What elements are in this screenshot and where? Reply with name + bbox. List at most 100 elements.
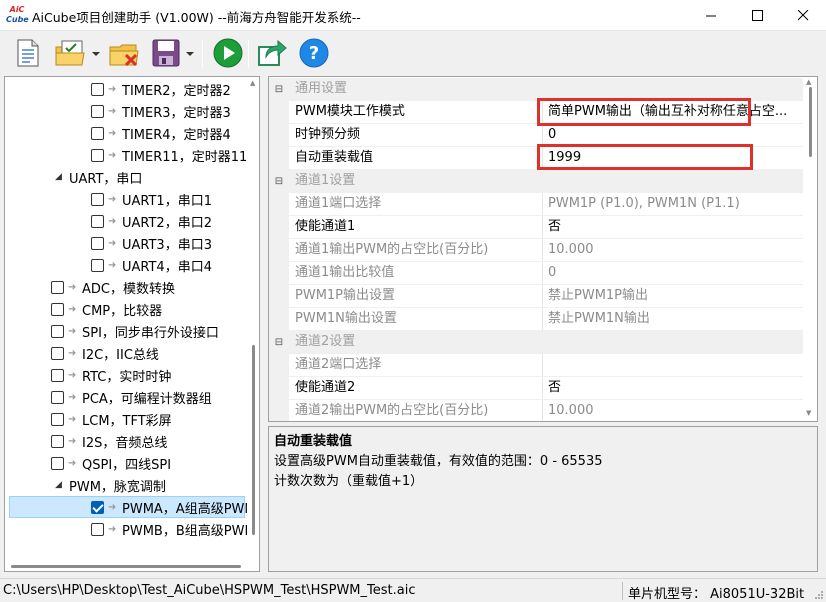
- property-value[interactable]: 否: [543, 216, 803, 238]
- tree-item[interactable]: ➜ I2C，IIC总线: [51, 342, 159, 364]
- tree-item-checkbox[interactable]: [91, 126, 104, 140]
- tree-item[interactable]: ➜ TIMER4，定时器4: [91, 122, 231, 144]
- tree-item[interactable]: ➜ UART2，串口2: [91, 210, 212, 232]
- tree-item[interactable]: ◢ PWM，脉宽调制: [55, 474, 166, 496]
- tree-item[interactable]: ➜ UART1，串口1: [91, 188, 212, 210]
- tree-item[interactable]: ➜ ADC，模数转换: [51, 276, 175, 298]
- tree-item-checkbox[interactable]: [91, 192, 104, 206]
- property-row[interactable]: PWM1N输出设置 禁止PWM1N输出: [269, 308, 803, 331]
- property-value[interactable]: 禁止PWM1N输出: [543, 308, 803, 330]
- tree-item[interactable]: ➜ I2S，音频总线: [51, 430, 167, 452]
- property-vertical-scrollbar[interactable]: ▲ ▼: [803, 77, 817, 421]
- close-project-button[interactable]: [108, 37, 140, 69]
- tree-item-checkbox[interactable]: [91, 214, 104, 228]
- property-row[interactable]: PWM模块工作模式 简单PWM输出（输出互补对称任意占空...: [269, 101, 803, 124]
- tree-scroll-thumb[interactable]: [252, 345, 255, 535]
- tree-item[interactable]: ➜ LCM，TFT彩屏: [51, 408, 172, 430]
- tree-item-checkbox[interactable]: [51, 412, 64, 426]
- run-icon: [213, 38, 243, 68]
- property-value[interactable]: 0: [543, 262, 803, 284]
- tree-item-checkbox[interactable]: [51, 390, 64, 404]
- expand-arrow-icon[interactable]: ◢: [55, 172, 69, 182]
- tree-item[interactable]: ➜ TIMER2，定时器2: [91, 78, 231, 100]
- help-button[interactable]: ?: [298, 37, 330, 69]
- property-row[interactable]: 通道1输出PWM的占空比(百分比) 10.000: [269, 239, 803, 262]
- property-category[interactable]: ⊟ 通道1设置: [269, 170, 803, 193]
- run-button[interactable]: [212, 37, 244, 69]
- property-category[interactable]: ⊟ 通道2设置: [269, 331, 803, 354]
- property-row[interactable]: PWM1P输出设置 禁止PWM1P输出: [269, 285, 803, 308]
- tree-item-checkbox[interactable]: [91, 148, 104, 162]
- property-row[interactable]: 自动重装载值 1999: [269, 147, 803, 170]
- tree-item-checkbox[interactable]: [51, 346, 64, 360]
- property-grid[interactable]: ⊟ 通用设置 PWM模块工作模式 简单PWM输出（输出互补对称任意占空... 时钟预分频…: [268, 76, 818, 422]
- tree-item[interactable]: ➜ TIMER11，定时器11: [91, 144, 247, 166]
- chevron-down-icon[interactable]: [186, 50, 194, 58]
- scroll-down-icon[interactable]: ▼: [806, 409, 811, 417]
- property-value[interactable]: 0: [543, 124, 803, 146]
- tree-item-label: TIMER11，定时器11: [122, 149, 248, 165]
- tree-item[interactable]: ➜ RTC，实时时钟: [51, 364, 171, 386]
- property-scroll-thumb[interactable]: [809, 87, 812, 157]
- tree-horizontal-scrollbar[interactable]: [5, 559, 245, 571]
- peripheral-tree[interactable]: ➜ TIMER2，定时器2 ➜ TIMER3，定时器3 ➜ TIMER4，定时器4 ➜ TIM…: [4, 76, 260, 572]
- tree-item-checkbox[interactable]: [91, 500, 104, 514]
- toolbar: ?: [0, 32, 826, 74]
- property-row[interactable]: 使能通道2 否: [269, 377, 803, 400]
- property-value[interactable]: PWM1P (P1.0), PWM1N (P1.1): [543, 193, 803, 215]
- property-row[interactable]: 通道2输出PWM的占空比(百分比) 10.000: [269, 400, 803, 421]
- scroll-up-icon[interactable]: ▲: [250, 79, 255, 87]
- new-file-button[interactable]: [12, 37, 44, 69]
- close-window-button[interactable]: [780, 0, 826, 31]
- tree-item[interactable]: ➜ CMP，比较器: [51, 298, 162, 320]
- tree-item-checkbox[interactable]: [91, 258, 104, 272]
- tree-item[interactable]: ➜ UART3，串口3: [91, 232, 212, 254]
- maximize-button[interactable]: [734, 0, 780, 31]
- tree-item-checkbox[interactable]: [91, 104, 104, 118]
- property-value[interactable]: 否: [543, 377, 803, 399]
- tree-item-checkbox[interactable]: [51, 368, 64, 382]
- tree-item-checkbox[interactable]: [51, 434, 64, 448]
- scroll-up-icon[interactable]: ▲: [806, 78, 811, 86]
- tree-item-checkbox[interactable]: [51, 324, 64, 338]
- export-button[interactable]: [256, 37, 288, 69]
- tree-item[interactable]: ◢ UART，串口: [55, 166, 142, 188]
- property-row[interactable]: 通道1端口选择 PWM1P (P1.0), PWM1N (P1.1): [269, 193, 803, 216]
- property-row[interactable]: 使能通道1 否: [269, 216, 803, 239]
- tree-item-checkbox[interactable]: [51, 302, 64, 316]
- property-value[interactable]: 10.000: [543, 400, 803, 421]
- property-row[interactable]: 时钟预分频 0: [269, 124, 803, 147]
- expand-arrow-icon[interactable]: ◢: [55, 480, 69, 490]
- tree-item[interactable]: ➜ UART4，串口4: [91, 254, 212, 276]
- property-name: 使能通道1: [289, 216, 543, 238]
- collapse-icon[interactable]: ⊟: [269, 331, 289, 353]
- tree-item[interactable]: ➜ TIMER3，定时器3: [91, 100, 231, 122]
- minimize-button[interactable]: [688, 0, 734, 31]
- property-value[interactable]: 10.000: [543, 239, 803, 261]
- property-category[interactable]: ⊟ 通用设置: [269, 78, 803, 101]
- tree-hscroll-thumb[interactable]: [11, 565, 241, 568]
- property-value[interactable]: 1999: [543, 147, 803, 169]
- tree-item-checkbox[interactable]: [91, 82, 104, 96]
- tree-item-checkbox[interactable]: [51, 456, 64, 470]
- collapse-icon[interactable]: ⊟: [269, 78, 289, 100]
- save-button[interactable]: [150, 37, 182, 69]
- tree-vertical-scrollbar[interactable]: ▲: [247, 77, 259, 557]
- tree-item-checkbox[interactable]: [91, 236, 104, 250]
- tree-item[interactable]: ➜ SPI，同步串行外设接口: [51, 320, 219, 342]
- tree-item[interactable]: ➜ PWMB，B组高级PWM: [91, 518, 256, 540]
- property-row[interactable]: 通道1输出比较值 0: [269, 262, 803, 285]
- tree-item-checkbox[interactable]: [51, 280, 64, 294]
- property-row[interactable]: 通道2端口选择: [269, 354, 803, 377]
- resize-grip-icon[interactable]: [814, 590, 824, 600]
- tree-item[interactable]: ➜ PWMA，A组高级PWM: [9, 496, 256, 518]
- property-value[interactable]: [543, 354, 803, 376]
- open-project-button[interactable]: [54, 37, 86, 69]
- tree-item-checkbox[interactable]: [91, 522, 104, 536]
- chevron-down-icon[interactable]: [92, 50, 100, 58]
- property-value[interactable]: 简单PWM输出（输出互补对称任意占空...: [543, 101, 803, 123]
- collapse-icon[interactable]: ⊟: [269, 170, 289, 192]
- tree-item[interactable]: ➜ QSPI，四线SPI: [51, 452, 171, 474]
- property-value[interactable]: 禁止PWM1P输出: [543, 285, 803, 307]
- tree-item[interactable]: ➜ PCA，可编程计数器组: [51, 386, 212, 408]
